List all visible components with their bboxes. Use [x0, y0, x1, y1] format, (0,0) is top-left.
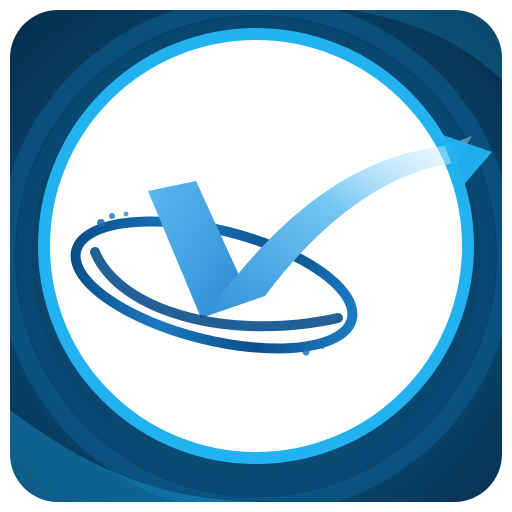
app-icon[interactable] [0, 0, 512, 512]
orbit-dot [97, 219, 105, 227]
orbit-dot [319, 343, 325, 349]
orbit-dot [332, 337, 338, 343]
orbit-dot [123, 211, 129, 217]
orbit-dot [302, 348, 310, 356]
app-icon-canvas [0, 0, 512, 512]
orbit-dot [109, 213, 115, 219]
logo-circle [38, 28, 474, 464]
